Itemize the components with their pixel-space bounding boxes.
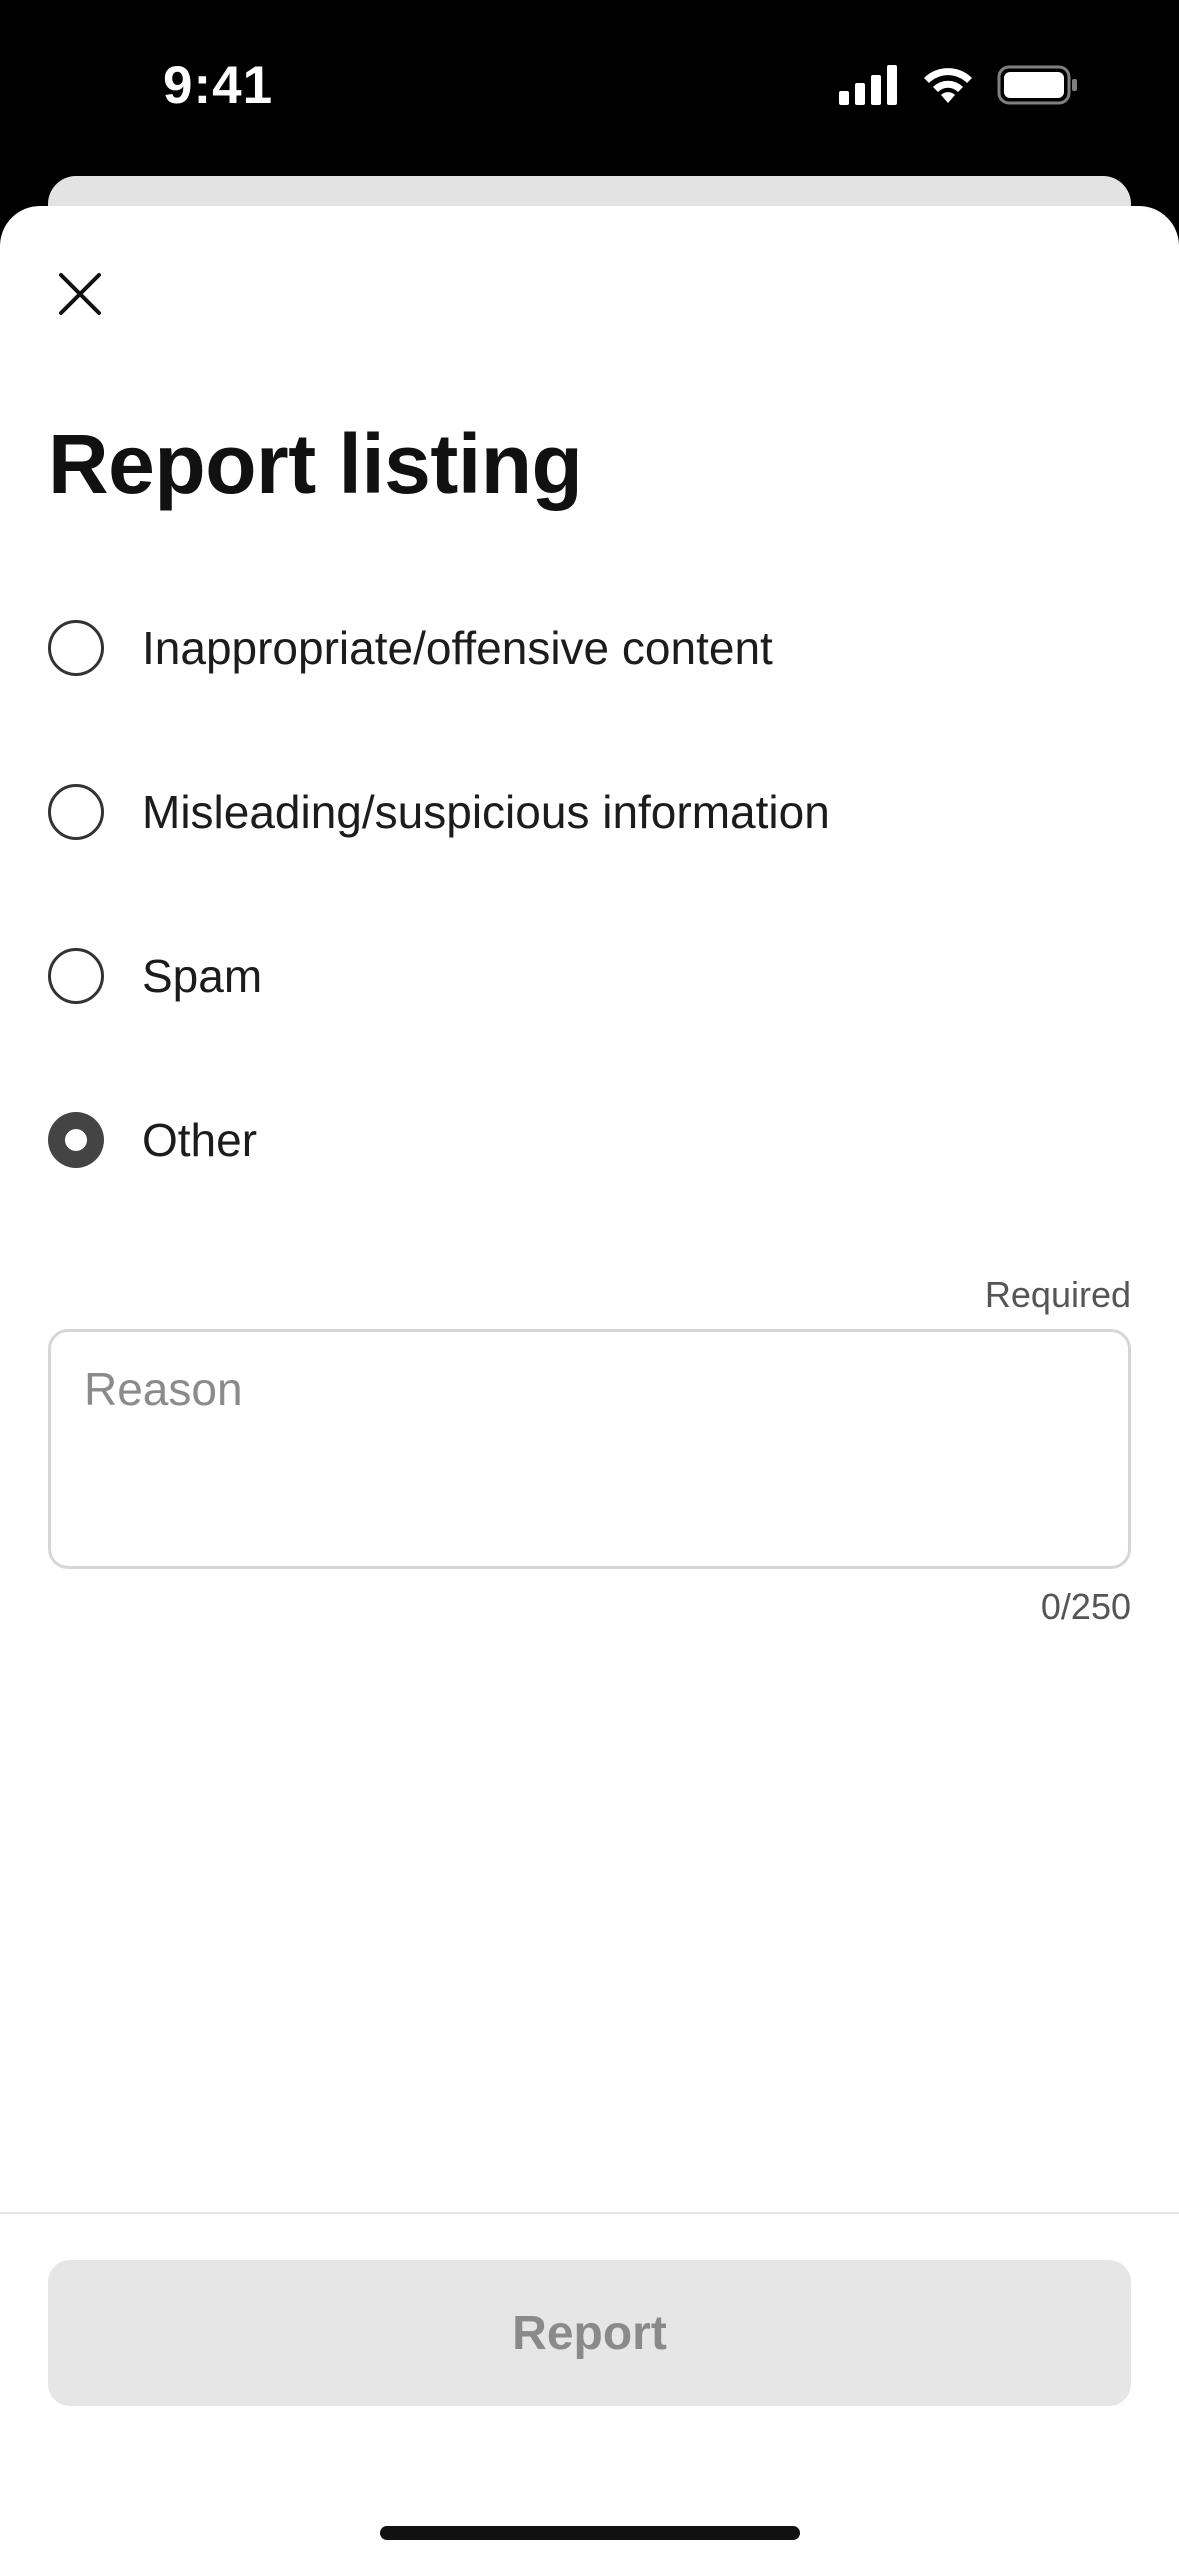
reason-field[interactable]: [48, 1329, 1131, 1569]
status-icons: [839, 62, 1079, 112]
option-label: Other: [142, 1114, 258, 1166]
radio-button-selected[interactable]: [48, 1112, 104, 1168]
home-indicator: [380, 2526, 800, 2540]
option-label: Misleading/suspicious information: [142, 786, 830, 838]
close-button[interactable]: [40, 256, 120, 336]
wifi-icon: [921, 65, 975, 110]
radio-button[interactable]: [48, 784, 104, 840]
battery-icon: [997, 65, 1079, 110]
status-time: 9:41: [163, 56, 274, 115]
radio-button[interactable]: [48, 948, 104, 1004]
character-count: 0/250: [1040, 1586, 1131, 1627]
footer-divider: [0, 2212, 1179, 2214]
option-spam[interactable]: Spam: [48, 894, 1131, 1058]
option-inappropriate[interactable]: Inappropriate/offensive content: [48, 566, 1131, 730]
signal-icon: [839, 64, 899, 110]
report-sheet: Report listing Inappropriate/offensive c…: [0, 206, 1179, 2556]
option-label: Inappropriate/offensive content: [142, 622, 773, 674]
radio-button[interactable]: [48, 620, 104, 676]
page-title: Report listing: [48, 417, 583, 511]
required-label: Required: [984, 1274, 1131, 1315]
reason-input[interactable]: [84, 1362, 1084, 1542]
status-bar: 9:41: [0, 0, 1179, 180]
option-other[interactable]: Other: [48, 1058, 1131, 1222]
option-label: Spam: [142, 950, 263, 1002]
report-button[interactable]: Report: [48, 2260, 1131, 2406]
close-icon: [58, 272, 102, 321]
option-misleading[interactable]: Misleading/suspicious information: [48, 730, 1131, 894]
report-reason-options: Inappropriate/offensive content Misleadi…: [48, 596, 1131, 1222]
